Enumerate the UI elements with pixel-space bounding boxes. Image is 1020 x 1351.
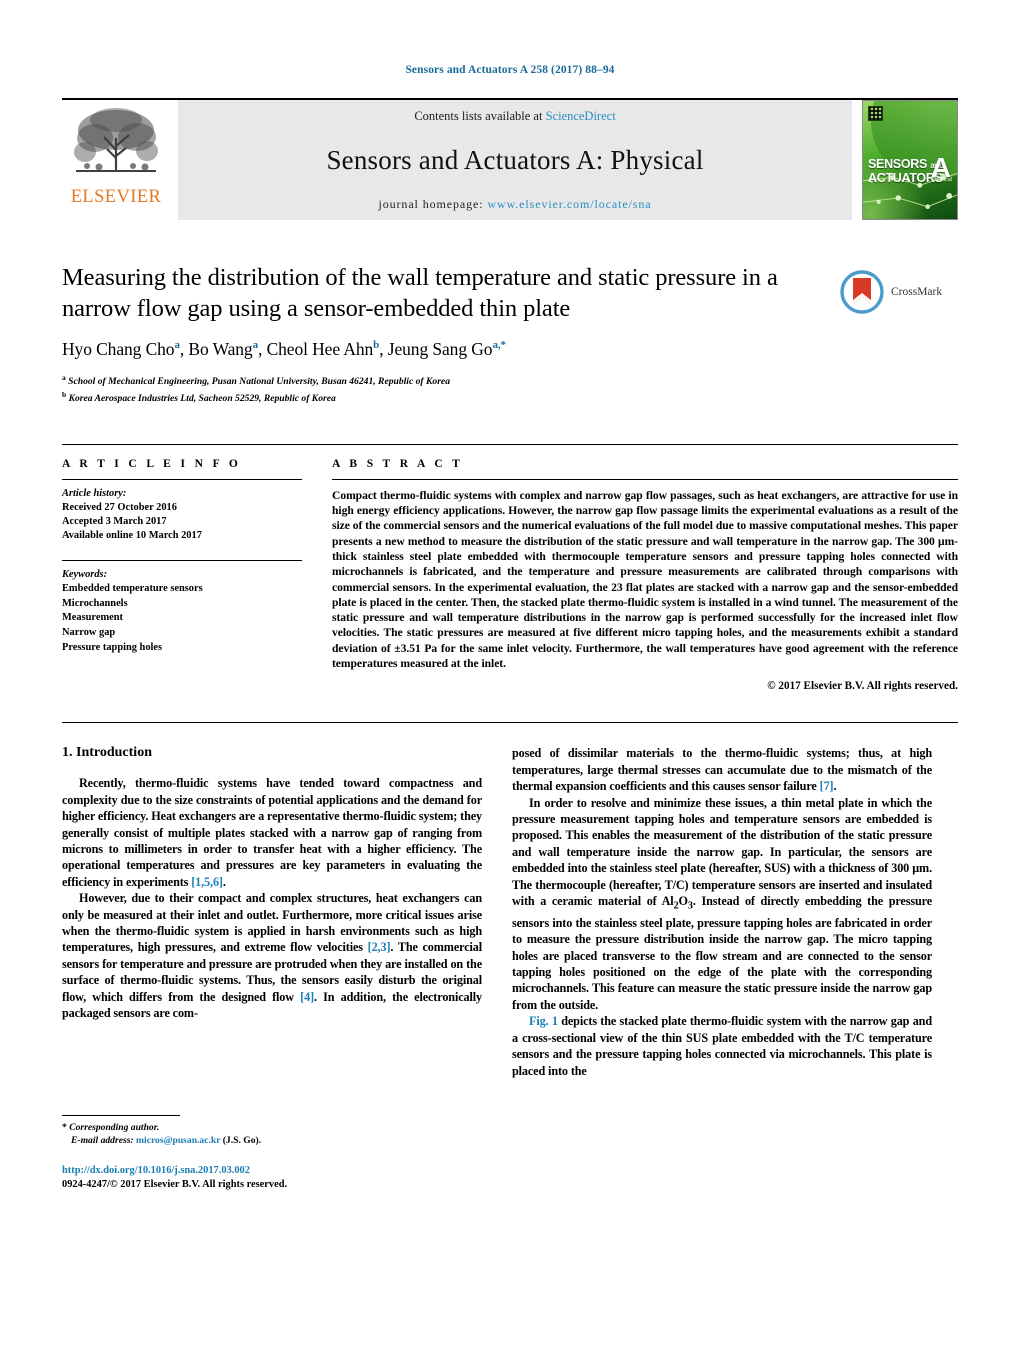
affiliation-mark: a (62, 373, 66, 382)
homepage-url-link[interactable]: www.elsevier.com/locate/sna (487, 197, 651, 211)
body-column-left: 1. Introduction Recently, thermo-fluidic… (62, 745, 482, 1192)
journal-cover-thumbnail: SENSORS and ACTUATORS A Physical (862, 100, 958, 220)
author-affil-mark: a (252, 339, 259, 352)
affiliation-list: a School of Mechanical Engineering, Pusa… (62, 371, 958, 406)
author-name: Cheol Hee Ahn (266, 339, 374, 359)
email-link[interactable]: micros@pusan.ac.kr (136, 1135, 220, 1146)
corresponding-author-note: * Corresponding author. E-mail address: … (62, 1121, 482, 1148)
author-name: Jeung Sang Go (387, 339, 493, 359)
keyword-item: Narrow gap (62, 626, 116, 638)
email-label: E-mail address: (71, 1135, 134, 1147)
sciencedirect-link[interactable]: ScienceDirect (546, 109, 616, 123)
affiliation-item: a School of Mechanical Engineering, Pusa… (62, 371, 958, 388)
author-affil-mark: b (373, 339, 380, 352)
citation-link[interactable]: [2,3] (368, 940, 391, 954)
elsevier-wordmark: ELSEVIER (70, 187, 162, 207)
section-heading-introduction: 1. Introduction (62, 745, 152, 761)
body-column-right: posed of dissimilar materials to the the… (512, 745, 932, 1192)
paragraph: In order to resolve and minimize these i… (512, 795, 932, 1012)
keywords-label: Keywords: (62, 568, 108, 580)
page-title: Measuring the distribution of the wall t… (62, 264, 778, 322)
author-name: Hyo Chang Cho (62, 339, 175, 359)
author-affil-mark: a,* (492, 339, 506, 352)
citation-link[interactable]: [1,5,6] (191, 875, 223, 889)
keyword-list: Keywords: Embedded temperature sensors M… (62, 561, 302, 656)
crossmark-icon (840, 270, 884, 314)
history-label: Article history: (62, 487, 127, 499)
body-columns: 1. Introduction Recently, thermo-fluidic… (62, 722, 958, 1192)
crossmark-label: CrossMark (891, 286, 943, 298)
paragraph: Fig. 1 depicts the stacked plate thermo-… (512, 1014, 932, 1078)
journal-masthead: ELSEVIER Contents lists available at Sci… (62, 98, 958, 220)
info-abstract-section: A R T I C L E I N F O Article history: R… (62, 443, 958, 693)
author-name: Bo Wang (188, 339, 253, 359)
abstract-text: Compact thermo-fluidic systems with comp… (332, 488, 958, 671)
article-info-heading: A R T I C L E I N F O (62, 457, 242, 470)
footnote-divider (62, 1114, 180, 1116)
paragraph: posed of dissimilar materials to the the… (512, 746, 932, 794)
corresponding-line: * Corresponding author. (62, 1121, 482, 1134)
journal-title: Sensors and Actuators A: Physical (326, 145, 704, 175)
paragraph: However, due to their compact and comple… (62, 891, 482, 1021)
author-list: Hyo Chang Choa, Bo Wanga, Cheol Hee Ahnb… (62, 339, 506, 359)
affiliation-text: School of Mechanical Engineering, Pusan … (68, 376, 450, 388)
elsevier-tree-icon (73, 104, 159, 186)
affiliation-text: Korea Aerospace Industries Ltd, Sacheon … (68, 393, 336, 405)
paper-page: Sensors and Actuators A 258 (2017) 88–94 (0, 0, 1020, 1351)
cover-subtitle: Physical (931, 176, 952, 183)
affiliation-mark: b (62, 390, 67, 400)
doi-block: http://dx.doi.org/10.1016/j.sna.2017.03.… (62, 1164, 482, 1193)
article-history: Article history: Received 27 October 201… (62, 480, 302, 544)
history-item: Received 27 October 2016 (62, 501, 177, 513)
keyword-item: Microchannels (62, 597, 128, 609)
email-owner: (J.S. Go). (222, 1135, 262, 1147)
corresponding-marker: * (62, 1121, 67, 1133)
abstract-heading: A B S T R A C T (332, 457, 464, 470)
crossmark-badge[interactable]: CrossMark (840, 264, 958, 320)
keyword-item: Measurement (62, 612, 123, 624)
history-item: Accepted 3 March 2017 (62, 516, 167, 528)
history-item: Available online 10 March 2017 (62, 530, 202, 542)
citation-link[interactable]: [4] (300, 990, 314, 1004)
homepage-line: journal homepage: www.elsevier.com/locat… (379, 197, 652, 212)
corresponding-label: Corresponding author. (69, 1121, 160, 1133)
keyword-item: Pressure tapping holes (62, 641, 163, 653)
figure-link[interactable]: Fig. 1 (529, 1014, 558, 1028)
running-head: Sensors and Actuators A 258 (2017) 88–94 (405, 64, 615, 76)
article-info-column: A R T I C L E I N F O Article history: R… (62, 445, 302, 693)
abstract-column: A B S T R A C T Compact thermo-fluidic s… (332, 445, 958, 693)
title-block: Measuring the distribution of the wall t… (62, 262, 958, 406)
author-affil-mark: a (174, 339, 180, 352)
contents-line: Contents lists available at ScienceDirec… (414, 109, 615, 124)
keyword-item: Embedded temperature sensors (62, 583, 203, 595)
issn-copyright-line: 0924-4247/© 2017 Elsevier B.V. All right… (62, 1178, 288, 1190)
homepage-prefix: journal homepage: (378, 197, 488, 211)
journal-band: Contents lists available at ScienceDirec… (178, 100, 852, 220)
contents-prefix: Contents lists available at (414, 109, 546, 123)
paragraph: Recently, thermo-fluidic systems have te… (62, 776, 482, 889)
doi-link[interactable]: http://dx.doi.org/10.1016/j.sna.2017.03.… (62, 1165, 250, 1176)
citation-link[interactable]: [7] (820, 779, 834, 793)
abstract-copyright: © 2017 Elsevier B.V. All rights reserved… (767, 680, 958, 693)
elsevier-logo: ELSEVIER (62, 100, 170, 220)
affiliation-item: b Korea Aerospace Industries Ltd, Sacheo… (62, 388, 958, 405)
cover-line1: SENSORS (868, 156, 928, 171)
footnote-area: * Corresponding author. E-mail address: … (62, 1114, 482, 1193)
email-line: E-mail address: micros@pusan.ac.kr (J.S.… (62, 1134, 482, 1147)
